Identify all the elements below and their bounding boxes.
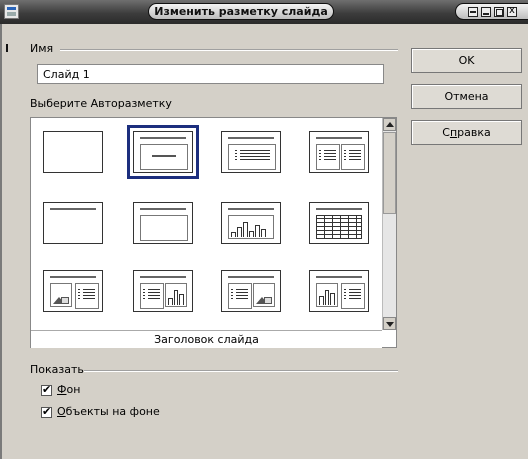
subtitle-placeholder (140, 144, 188, 170)
layout-title-only[interactable] (43, 202, 103, 244)
layout-title-image-text[interactable] (43, 270, 103, 312)
layout-label: Выберите Авторазметку (30, 97, 172, 110)
shade-button[interactable] (468, 7, 478, 17)
title-bar: Изменить разметку слайда (0, 0, 528, 24)
close-button[interactable] (507, 5, 517, 17)
scroll-up-arrow-icon[interactable] (383, 118, 396, 131)
image-icon (50, 283, 72, 307)
layout-centered-text[interactable] (133, 202, 193, 244)
cancel-button[interactable]: Отмена (411, 84, 522, 109)
minimize-button[interactable] (481, 7, 491, 17)
chart-icon (316, 283, 338, 307)
layout-title-two-columns[interactable] (309, 131, 369, 173)
layout-title-chart[interactable] (221, 202, 281, 244)
background-objects-checkbox-label[interactable]: Объекты на фоне (57, 405, 160, 418)
layout-title-text-image[interactable] (221, 270, 281, 312)
image-icon (253, 283, 275, 307)
window-controls (455, 3, 528, 20)
layout-title-table[interactable] (309, 202, 369, 244)
window-title: Изменить разметку слайда (148, 3, 334, 20)
layout-title-slide[interactable] (127, 125, 199, 179)
scroll-down-arrow-icon[interactable] (383, 317, 396, 330)
selected-layout-caption: Заголовок слайда (31, 330, 382, 348)
layout-title-text-chart[interactable] (133, 270, 193, 312)
table-icon (316, 215, 362, 239)
layout-blank[interactable] (43, 131, 103, 173)
background-checkbox[interactable] (41, 383, 52, 396)
background-checkbox-label[interactable]: Фон (57, 383, 80, 396)
layout-grid (31, 118, 382, 330)
layout-scrollbar[interactable] (382, 118, 396, 330)
show-separator (84, 370, 398, 372)
chart-icon (165, 283, 187, 307)
title-placeholder (140, 137, 186, 139)
window-left-border (0, 24, 8, 459)
scroll-thumb[interactable] (383, 132, 396, 214)
help-button[interactable]: Справка (411, 120, 522, 145)
background-objects-checkbox[interactable] (41, 405, 52, 418)
layout-title-chart-text[interactable] (309, 270, 369, 312)
chart-icon (228, 215, 274, 239)
app-icon[interactable] (4, 4, 19, 19)
slide-name-input[interactable] (37, 64, 384, 84)
show-label: Показать (30, 363, 84, 376)
layout-title-content[interactable] (221, 131, 281, 173)
maximize-button[interactable] (494, 7, 504, 17)
ok-button[interactable]: OK (411, 48, 522, 73)
name-separator (60, 49, 398, 51)
autolayout-list: Заголовок слайда (30, 117, 397, 348)
name-label: Имя (30, 42, 54, 55)
